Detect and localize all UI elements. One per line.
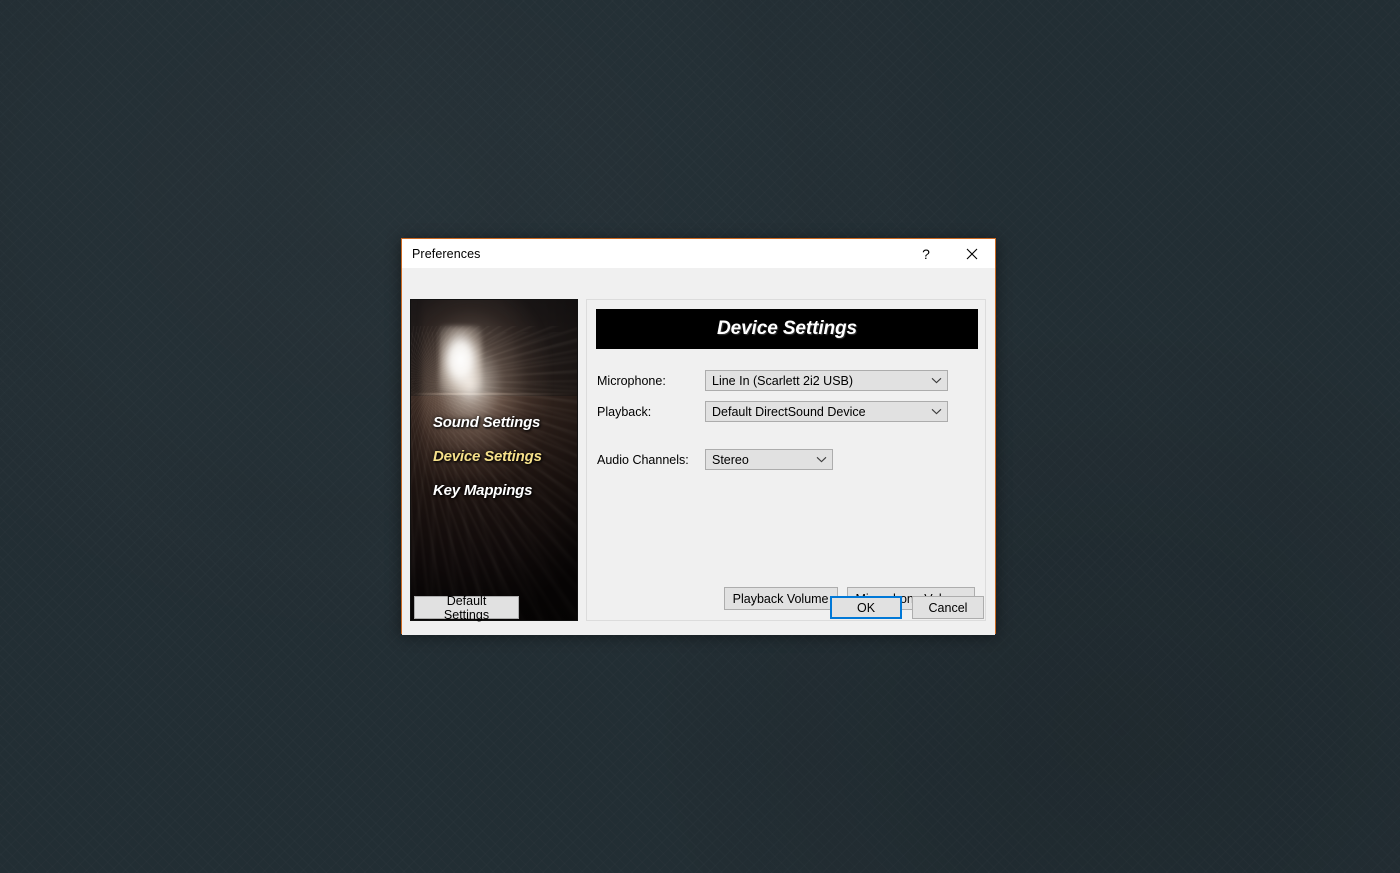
sidebar-horizon-line xyxy=(411,392,577,395)
footer-button-group: OK Cancel xyxy=(830,596,984,619)
playback-value: Default DirectSound Device xyxy=(712,404,866,419)
sidebar-item-sound-settings[interactable]: Sound Settings xyxy=(411,414,577,431)
sidebar-nav-list: Sound Settings Device Settings Key Mappi… xyxy=(411,414,577,516)
audio-channels-value: Stereo xyxy=(712,452,749,467)
playback-label: Playback: xyxy=(597,404,652,419)
section-banner: Device Settings xyxy=(596,309,978,349)
dialog-footer: Default Settings OK Cancel xyxy=(402,591,995,635)
microphone-select[interactable]: Line In (Scarlett 2i2 USB) xyxy=(705,370,948,391)
audio-channels-select[interactable]: Stereo xyxy=(705,449,833,470)
chevron-down-icon xyxy=(927,408,945,415)
question-mark-icon: ? xyxy=(922,245,930,262)
dialog-title: Preferences xyxy=(412,246,481,261)
default-settings-button[interactable]: Default Settings xyxy=(414,594,519,622)
audio-channels-label: Audio Channels: xyxy=(597,452,689,467)
playback-select[interactable]: Default DirectSound Device xyxy=(705,401,948,422)
cancel-button[interactable]: Cancel xyxy=(912,596,984,619)
dialog-titlebar[interactable]: Preferences ? xyxy=(402,239,995,268)
sidebar-item-device-settings[interactable]: Device Settings xyxy=(411,448,577,465)
audio-channels-row: Audio Channels: Stereo xyxy=(597,449,833,470)
sidebar-sky-gradient xyxy=(411,300,577,396)
chevron-down-icon xyxy=(812,456,830,463)
content-panel: Device Settings Microphone: Line In (Sca… xyxy=(586,299,986,621)
help-button[interactable]: ? xyxy=(903,239,949,268)
microphone-row: Microphone: Line In (Scarlett 2i2 USB) xyxy=(597,370,948,391)
close-icon xyxy=(966,248,978,259)
playback-row: Playback: Default DirectSound Device xyxy=(597,401,948,422)
close-button[interactable] xyxy=(949,239,995,268)
dialog-body: Sound Settings Device Settings Key Mappi… xyxy=(402,268,995,635)
sidebar-panel: Sound Settings Device Settings Key Mappi… xyxy=(410,299,578,621)
section-title: Device Settings xyxy=(717,318,857,339)
chevron-down-icon xyxy=(927,377,945,384)
preferences-dialog: Preferences ? Sound Settings Device Sett… xyxy=(401,238,996,635)
microphone-value: Line In (Scarlett 2i2 USB) xyxy=(712,373,854,388)
ok-button[interactable]: OK xyxy=(830,596,902,619)
sidebar-item-key-mappings[interactable]: Key Mappings xyxy=(411,482,577,499)
microphone-label: Microphone: xyxy=(597,373,666,388)
